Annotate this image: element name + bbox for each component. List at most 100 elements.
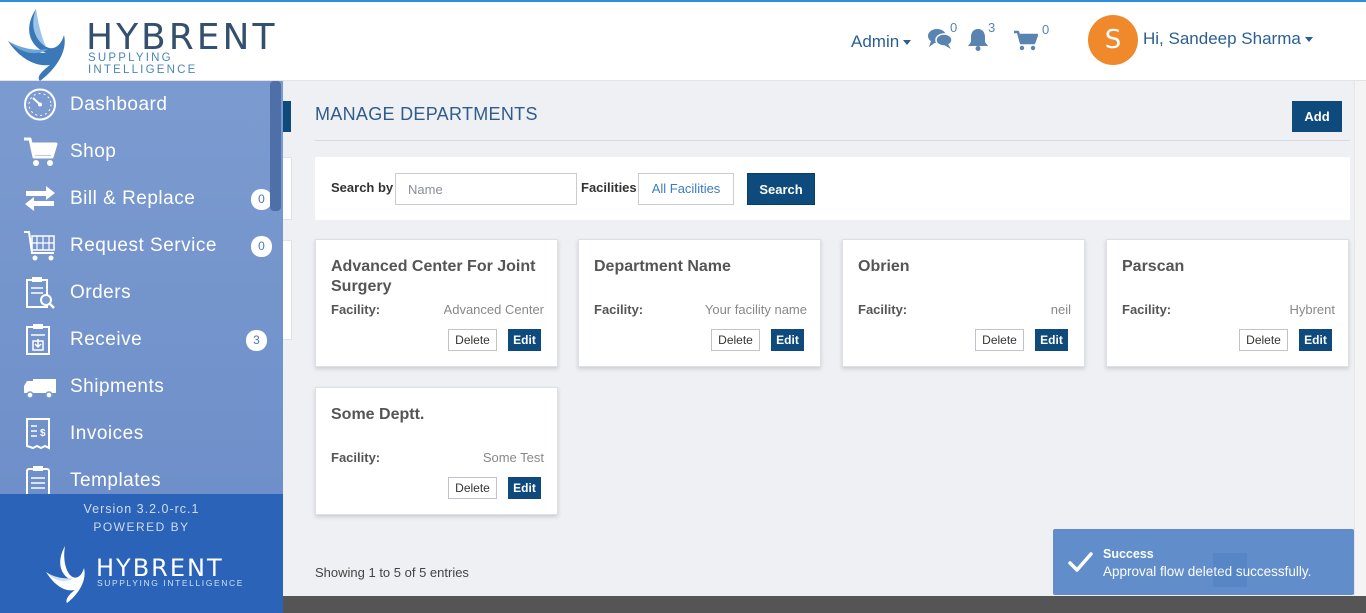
page-title: MANAGE DEPARTMENTS <box>315 104 538 124</box>
department-name: Parscan <box>1122 258 1185 275</box>
sidebar-item-shipments[interactable]: Shipments <box>0 363 270 410</box>
cart-count: 0 <box>1042 22 1050 37</box>
horizontal-scrollbar[interactable] <box>283 596 1366 613</box>
count-badge: 3 <box>246 330 267 351</box>
sidebar: Dashboard Shop Bill & Replace 0 Request … <box>0 81 283 613</box>
add-button[interactable]: Add <box>1292 101 1342 132</box>
count-badge: 0 <box>251 189 272 210</box>
sidebar-item-dashboard[interactable]: Dashboard <box>0 81 270 128</box>
brand-logo[interactable]: HYBRENT SUPPLYING INTELLIGENCE <box>6 5 286 81</box>
dashboard-icon <box>24 88 56 121</box>
sidebar-item-label: Shop <box>70 141 117 162</box>
department-card: Parscan Facility: Hybrent Delete Edit <box>1106 239 1349 367</box>
facility-value: Hybrent <box>1289 302 1335 317</box>
delete-button[interactable]: Delete <box>711 329 760 351</box>
search-by-label: Search by <box>331 180 394 195</box>
department-name: Advanced Center For Joint Surgery <box>331 258 536 295</box>
search-input[interactable] <box>395 173 577 205</box>
messages-count: 0 <box>950 20 958 35</box>
truck-icon <box>24 379 56 399</box>
count-badge: 0 <box>251 236 272 257</box>
department-card: Some Deptt. Facility: Some Test Delete E… <box>315 387 558 515</box>
entries-info: Showing 1 to 5 of 5 entries <box>315 565 469 580</box>
bell-icon[interactable] <box>966 27 990 52</box>
avatar[interactable]: S <box>1088 15 1138 65</box>
department-name: Department Name <box>594 258 731 275</box>
facility-value: Some Test <box>482 450 544 465</box>
search-button[interactable]: Search <box>747 173 815 205</box>
user-menu[interactable]: Hi, Sandeep Sharma <box>1143 29 1313 49</box>
department-card: Obrien Facility: neil Delete Edit <box>842 239 1085 367</box>
facility-value: Advanced Center <box>443 302 544 317</box>
sidebar-item-label: Templates <box>70 470 162 491</box>
footer-brand-tagline: SUPPLYING INTELLIGENCE <box>97 578 244 588</box>
hybrent-logo-icon <box>46 546 85 603</box>
service-cart-icon <box>24 231 55 261</box>
sidebar-item-receive[interactable]: Receive 3 <box>0 316 270 363</box>
department-name: Obrien <box>858 258 910 275</box>
edit-button[interactable]: Edit <box>771 329 804 351</box>
sidebar-item-label: Receive <box>70 329 143 350</box>
admin-dropdown[interactable]: Admin <box>851 32 912 52</box>
invoice-icon: $ <box>26 418 50 450</box>
department-card: Department Name Facility: Your facility … <box>578 239 821 367</box>
chevron-down-icon <box>903 40 912 46</box>
edit-button[interactable]: Edit <box>508 329 541 351</box>
divider <box>315 140 1350 141</box>
version-text: Version 3.2.0-rc.1 <box>83 502 200 516</box>
toast-title: Success <box>1103 547 1154 561</box>
sidebar-item-label: Orders <box>70 282 132 303</box>
sidebar-item-shop[interactable]: Shop <box>0 128 270 175</box>
success-toast[interactable]: Success Approval flow deleted successful… <box>1053 529 1354 595</box>
facilities-select[interactable]: All Facilities <box>638 173 734 205</box>
sidebar-item-label: Shipments <box>70 376 165 397</box>
facility-value: Your facility name <box>704 302 807 317</box>
delete-button[interactable]: Delete <box>448 329 497 351</box>
search-panel: Search by Facilities All Facilities Sear… <box>315 157 1350 220</box>
top-header: HYBRENT SUPPLYING INTELLIGENCE Admin 0 3… <box>0 0 1366 81</box>
sidebar-nav: Dashboard Shop Bill & Replace 0 Request … <box>0 81 283 497</box>
orders-clipboard-icon <box>26 277 55 309</box>
sidebar-item-label: Bill & Replace <box>70 188 196 209</box>
hybrent-logo-icon <box>8 9 65 81</box>
edit-button[interactable]: Edit <box>1035 329 1068 351</box>
cart-icon <box>24 137 58 166</box>
facility-label: Facility: <box>331 450 381 465</box>
user-greeting: Hi, Sandeep Sharma <box>1143 29 1301 48</box>
templates-icon <box>26 466 50 497</box>
cart-icon[interactable] <box>1014 30 1038 51</box>
edit-button[interactable]: Edit <box>1299 329 1332 351</box>
department-card: Advanced Center For Joint Surgery Facili… <box>315 239 558 367</box>
page-scrollbar[interactable] <box>1354 81 1366 596</box>
facility-label: Facility: <box>594 302 644 317</box>
delete-button[interactable]: Delete <box>448 477 497 499</box>
exchange-icon <box>25 186 55 211</box>
svg-text:$: $ <box>40 428 46 439</box>
sidebar-item-bill-replace[interactable]: Bill & Replace 0 <box>0 175 272 222</box>
sidebar-item-label: Request Service <box>70 235 217 256</box>
notifications-count: 3 <box>988 20 996 35</box>
sidebar-item-label: Invoices <box>70 423 144 444</box>
chevron-down-icon <box>1304 37 1313 43</box>
facility-label: Facility: <box>858 302 908 317</box>
sidebar-item-orders[interactable]: Orders <box>0 269 270 316</box>
toast-message: Approval flow deleted successfully. <box>1103 564 1312 579</box>
facility-label: Facility: <box>1122 302 1172 317</box>
sidebar-scrollbar[interactable] <box>270 81 281 211</box>
facility-value: neil <box>1050 302 1071 317</box>
delete-button[interactable]: Delete <box>975 329 1024 351</box>
department-name: Some Deptt. <box>331 406 425 423</box>
sidebar-item-request-service[interactable]: Request Service 0 <box>0 222 272 269</box>
brand-tagline: SUPPLYING INTELLIGENCE <box>88 52 198 76</box>
powered-by-text: POWERED BY <box>93 520 190 534</box>
facilities-label: Facilities <box>581 180 637 195</box>
delete-button[interactable]: Delete <box>1239 329 1288 351</box>
sidebar-item-label: Dashboard <box>70 94 168 115</box>
check-icon <box>1068 552 1093 572</box>
edit-button[interactable]: Edit <box>508 477 541 499</box>
facility-label: Facility: <box>331 302 381 317</box>
admin-label: Admin <box>851 32 900 51</box>
receive-clipboard-icon <box>26 324 50 355</box>
sidebar-item-invoices[interactable]: $ Invoices <box>0 410 270 457</box>
sidebar-footer: Version 3.2.0-rc.1 POWERED BY HYBRENT SU… <box>0 494 283 613</box>
